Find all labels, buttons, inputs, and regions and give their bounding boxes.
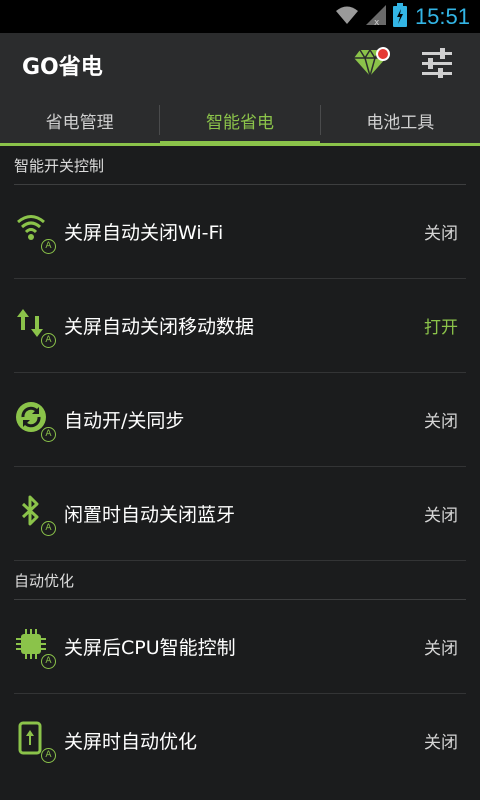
status-text: 关闭 (424, 733, 458, 753)
wifi-icon: A (14, 212, 56, 254)
signal-off-icon: x (365, 4, 387, 30)
status-text: 关闭 (424, 639, 458, 659)
settings-button[interactable] (412, 43, 462, 87)
premium-button[interactable] (348, 43, 392, 87)
cpu-icon: A (14, 627, 56, 669)
settings-list: 智能开关控制 A 关屏自动关闭Wi-Fi 关闭 A 关屏自动关闭移动数据 打开 (0, 146, 480, 787)
svg-text:x: x (374, 18, 380, 26)
tab-smart-saving[interactable]: 智能省电 (160, 97, 320, 146)
list-item-auto-optimize[interactable]: A 关屏时自动优化 关闭 (14, 694, 466, 787)
battery-charging-icon (392, 2, 407, 31)
list-item-cpu-control[interactable]: A 关屏后CPU智能控制 关闭 (14, 600, 466, 694)
status-text: 关闭 (424, 224, 458, 244)
bluetooth-icon: A (14, 494, 56, 536)
list-item-label: 关屏时自动优化 (64, 731, 198, 753)
action-bar: GO省电 (0, 33, 480, 97)
tab-battery-tools[interactable]: 电池工具 (321, 97, 480, 143)
auto-badge: A (41, 747, 56, 763)
auto-badge: A (41, 426, 56, 442)
auto-badge: A (41, 332, 56, 348)
tab-bar: 省电管理 智能省电 电池工具 (0, 97, 480, 146)
sync-icon: A (14, 400, 56, 442)
clock: 15:51 (414, 3, 470, 29)
status-bar: x 15:51 (0, 0, 480, 33)
list-item-wifi[interactable]: A 关屏自动关闭Wi-Fi 关闭 (14, 185, 466, 279)
status-text: 关闭 (424, 412, 458, 432)
section-header-smart-switch: 智能开关控制 (14, 146, 466, 185)
list-item-sync[interactable]: A 自动开/关同步 关闭 (14, 373, 466, 467)
phone-optimize-icon: A (14, 721, 56, 763)
status-text: 关闭 (424, 506, 458, 526)
list-item-label: 关屏自动关闭Wi-Fi (64, 222, 224, 244)
auto-badge: A (41, 238, 56, 254)
list-item-mobile-data[interactable]: A 关屏自动关闭移动数据 打开 (14, 279, 466, 373)
list-item-label: 闲置时自动关闭蓝牙 (64, 504, 236, 526)
notification-badge (376, 47, 390, 61)
list-item-label: 关屏后CPU智能控制 (64, 637, 236, 659)
mobile-data-icon: A (14, 306, 56, 348)
section-header-auto-optimize: 自动优化 (14, 561, 466, 600)
auto-badge: A (41, 520, 56, 536)
list-item-label: 自动开/关同步 (64, 410, 185, 432)
wifi-icon (335, 5, 359, 29)
app-title: GO省电 (22, 55, 103, 80)
settings-sliders-icon (420, 48, 454, 82)
tab-power-management[interactable]: 省电管理 (0, 97, 159, 143)
auto-badge: A (41, 653, 56, 669)
list-item-bluetooth[interactable]: A 闲置时自动关闭蓝牙 关闭 (14, 467, 466, 561)
list-item-label: 关屏自动关闭移动数据 (64, 316, 255, 338)
status-text: 打开 (424, 318, 458, 338)
